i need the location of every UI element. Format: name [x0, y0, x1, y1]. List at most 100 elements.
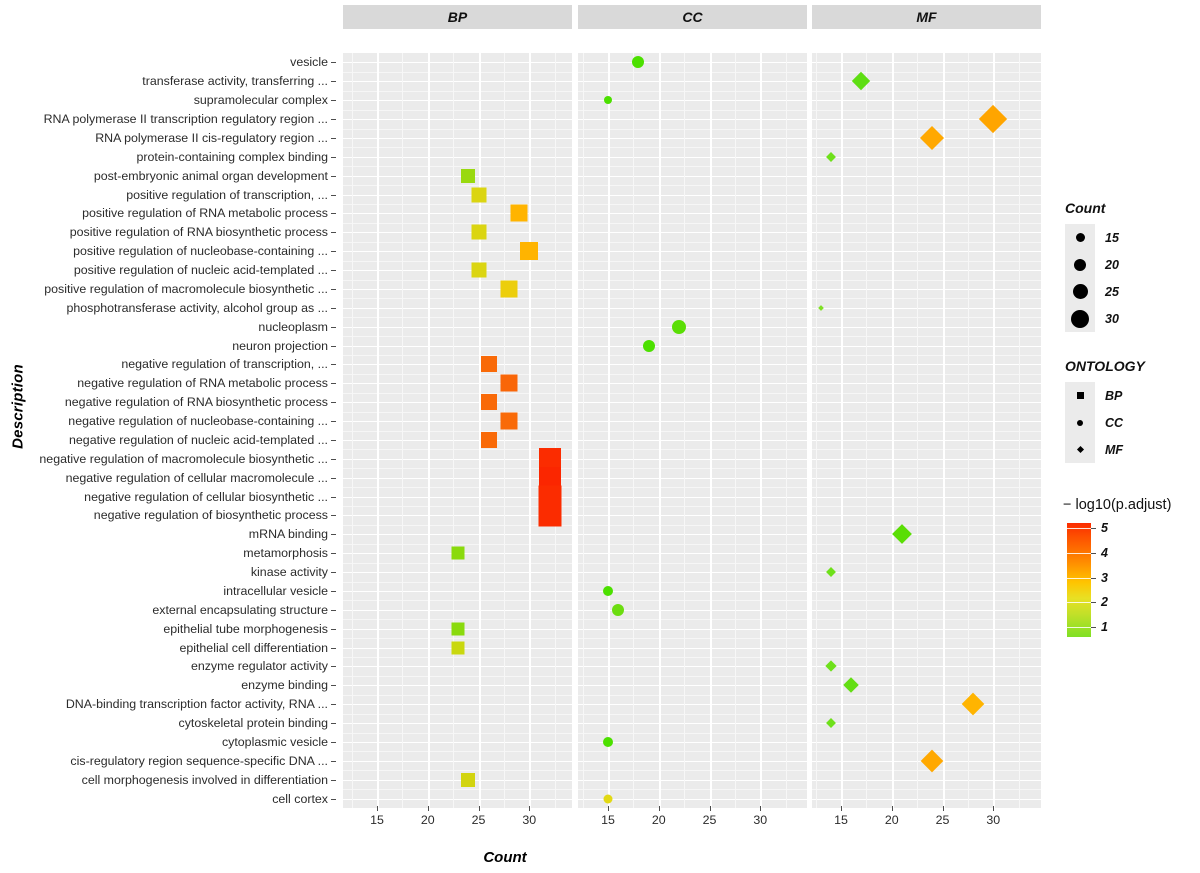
- data-point-mf[interactable]: [891, 524, 912, 545]
- data-point-mf[interactable]: [817, 304, 824, 311]
- y-axis-tick-label: negative regulation of transcription, ..…: [121, 357, 328, 372]
- data-point-mf[interactable]: [825, 151, 836, 162]
- facet-strip-cc: CC: [578, 5, 807, 29]
- y-axis-tick-label: post-embryonic animal organ development: [93, 168, 328, 183]
- data-point-mf[interactable]: [825, 660, 837, 673]
- circle-icon: [1071, 309, 1089, 328]
- grid-line-horizontal: [812, 62, 1041, 64]
- grid-line-horizontal-minor: [812, 619, 1041, 621]
- data-point-cc[interactable]: [612, 603, 625, 616]
- x-axis-tick-label: 15: [370, 813, 384, 827]
- shape-legend-label: CC: [1105, 415, 1124, 430]
- grid-line-horizontal: [578, 666, 807, 668]
- grid-line-horizontal: [812, 175, 1041, 177]
- data-point-mf[interactable]: [852, 72, 871, 91]
- data-point-mf[interactable]: [825, 567, 836, 578]
- data-point-cc[interactable]: [603, 736, 613, 747]
- data-point-bp[interactable]: [520, 242, 539, 261]
- y-axis-tick-label: epithelial tube morphogenesis: [163, 621, 328, 636]
- y-axis-tick-mark: [331, 326, 336, 328]
- data-point-mf[interactable]: [843, 677, 859, 694]
- data-point-bp[interactable]: [480, 394, 497, 411]
- facet-strip-bp: BP: [343, 5, 572, 29]
- data-point-bp[interactable]: [480, 356, 497, 373]
- data-point-bp[interactable]: [451, 546, 465, 560]
- data-point-cc[interactable]: [604, 96, 612, 105]
- grid-line-horizontal-minor: [812, 430, 1041, 432]
- data-point-cc[interactable]: [603, 794, 613, 804]
- data-point-mf[interactable]: [920, 125, 945, 150]
- data-point-bp[interactable]: [461, 772, 476, 787]
- grid-line-horizontal: [812, 402, 1041, 404]
- grid-line-horizontal: [578, 553, 807, 555]
- y-axis-tick-mark: [331, 647, 336, 649]
- grid-line-horizontal-minor: [578, 543, 807, 545]
- data-point-bp[interactable]: [500, 374, 518, 392]
- x-axis-tick-label: 15: [601, 813, 615, 827]
- data-point-mf[interactable]: [921, 749, 944, 773]
- grid-line-horizontal-minor: [578, 430, 807, 432]
- data-point-bp[interactable]: [461, 168, 476, 183]
- grid-line-horizontal-minor: [812, 732, 1041, 734]
- grid-line-horizontal: [578, 779, 807, 781]
- grid-line-horizontal-minor: [812, 392, 1041, 394]
- y-axis-tick-mark: [331, 704, 336, 706]
- grid-line-horizontal: [812, 458, 1041, 460]
- grid-line-horizontal-minor: [578, 732, 807, 734]
- grid-line-horizontal: [812, 590, 1041, 592]
- grid-line-horizontal-minor: [578, 241, 807, 243]
- grid-line-horizontal-minor: [578, 600, 807, 602]
- grid-line-horizontal: [578, 534, 807, 536]
- color-legend-tick-mark: [1067, 602, 1091, 604]
- grid-line-horizontal-minor: [578, 109, 807, 111]
- grid-line-vertical-minor: [351, 53, 353, 808]
- data-point-mf[interactable]: [961, 692, 985, 716]
- y-axis-tick-label: RNA polymerase II cis-regulatory region …: [95, 130, 328, 145]
- y-axis-tick-label: negative regulation of nucleobase-contai…: [68, 414, 328, 429]
- data-point-bp[interactable]: [480, 431, 497, 448]
- grid-line-horizontal: [578, 439, 807, 441]
- grid-line-horizontal: [578, 477, 807, 479]
- data-point-bp[interactable]: [510, 204, 528, 222]
- color-legend-tick-mark: [1067, 627, 1091, 629]
- data-point-bp[interactable]: [451, 641, 465, 655]
- grid-line-horizontal: [812, 647, 1041, 649]
- size-legend-item: 30: [1065, 305, 1119, 332]
- x-axis-tick-label: 30: [753, 813, 768, 827]
- data-point-bp[interactable]: [500, 412, 518, 430]
- data-point-cc[interactable]: [632, 56, 645, 69]
- grid-line-horizontal-minor: [578, 524, 807, 526]
- y-axis-tick-mark: [331, 364, 336, 366]
- size-legend-label: 20: [1105, 257, 1119, 272]
- y-axis-tick-mark: [331, 496, 336, 498]
- y-axis-tick-mark: [331, 137, 336, 139]
- y-axis-tick-mark: [331, 685, 336, 687]
- y-axis-tick-label: cytoskeletal protein binding: [178, 716, 328, 731]
- data-point-cc[interactable]: [642, 339, 655, 352]
- data-point-bp[interactable]: [471, 187, 486, 203]
- data-point-mf[interactable]: [825, 718, 836, 729]
- grid-line-vertical-minor: [582, 53, 584, 808]
- data-point-cc[interactable]: [603, 585, 613, 596]
- plot-root: Description vesicle transferase activity,…: [0, 0, 1200, 873]
- grid-line-horizontal-minor: [578, 90, 807, 92]
- size-legend-key: [1065, 278, 1095, 305]
- grid-line-horizontal-minor: [812, 241, 1041, 243]
- y-axis-tick-mark: [331, 175, 336, 177]
- grid-line-horizontal: [578, 307, 807, 309]
- data-point-bp[interactable]: [538, 503, 562, 527]
- data-point-bp[interactable]: [500, 280, 518, 298]
- x-axis-tick-label: 25: [935, 813, 950, 827]
- grid-line-horizontal-minor: [812, 336, 1041, 338]
- grid-line-horizontal-minor: [578, 562, 807, 564]
- data-point-bp[interactable]: [471, 262, 486, 278]
- color-legend-bar-wrap: 5 4 3 2 1: [1063, 521, 1183, 643]
- data-point-bp[interactable]: [451, 622, 465, 636]
- size-legend-label: 25: [1105, 284, 1119, 299]
- data-point-bp[interactable]: [471, 224, 486, 240]
- y-axis-tick-label: epithelial cell differentiation: [179, 640, 328, 655]
- size-legend-label: 30: [1105, 311, 1119, 326]
- data-point-cc[interactable]: [672, 319, 687, 334]
- x-axis-title: Count: [0, 849, 1010, 866]
- grid-line-horizontal: [578, 628, 807, 630]
